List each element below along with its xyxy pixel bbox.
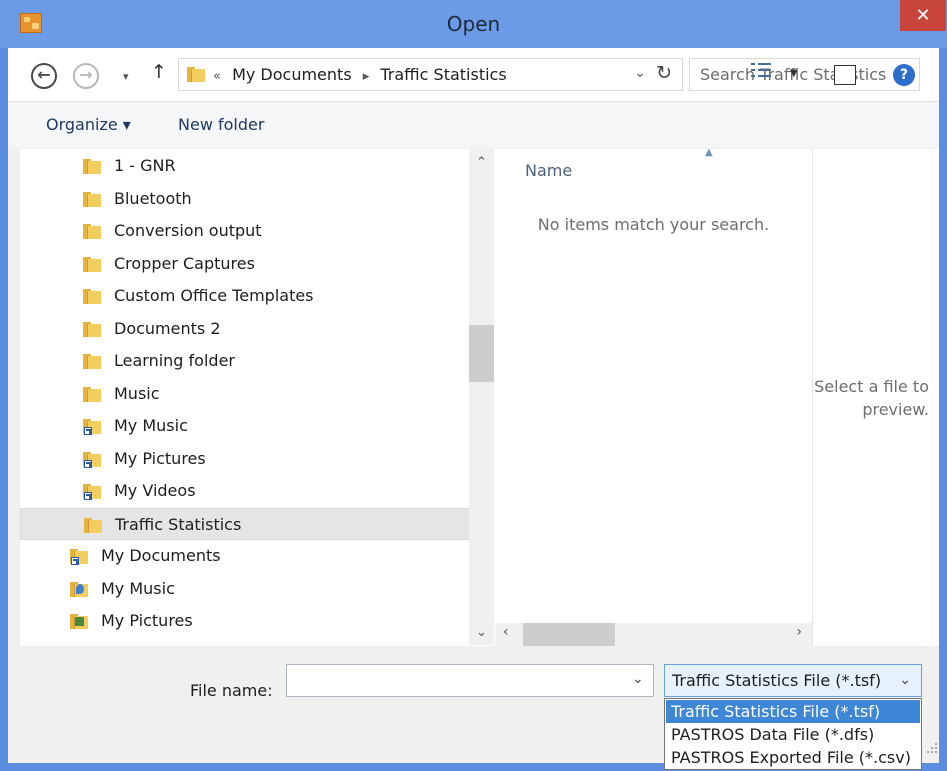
tree-item-label: Bluetooth <box>114 189 192 208</box>
tree-item[interactable]: Learning folder <box>20 345 486 377</box>
file-list-pane[interactable]: ▲ Name No items match your search. <box>495 147 812 623</box>
tree-item-label: Conversion output <box>114 221 262 240</box>
tree-item-label: Documents 2 <box>114 319 221 338</box>
folder-icon <box>83 159 101 174</box>
dialog-title: Open <box>446 12 501 36</box>
scroll-down-icon[interactable]: ⌄ <box>476 625 487 640</box>
up-button[interactable]: ↑ <box>151 61 167 83</box>
name-column-header[interactable]: Name <box>525 161 572 180</box>
change-view-icon[interactable] <box>751 62 771 78</box>
tree-item-label: My Pictures <box>101 611 193 630</box>
refresh-icon[interactable]: ↻ <box>656 62 672 84</box>
file-type-option[interactable]: Traffic Statistics File (*.tsf) <box>666 700 920 723</box>
file-name-label: File name: <box>190 681 273 700</box>
tree-item-label: Music <box>114 384 160 403</box>
folder-icon <box>83 257 101 272</box>
recent-locations-button[interactable]: ▾ <box>123 70 129 83</box>
tree-item[interactable]: Documents 2 <box>20 313 486 345</box>
folder-icon <box>83 192 101 207</box>
search-box[interactable]: Search Traffic Statistics ⚲ <box>689 58 920 91</box>
navigation-bar: ← → ▾ ↑ « My Documents ▸ Traffic Statist… <box>8 48 939 102</box>
file-type-option[interactable]: PASTROS Exported File (*.csv) <box>666 746 920 769</box>
breadcrumb-my-documents[interactable]: My Documents <box>232 65 352 84</box>
tree-item-label: My Music <box>114 416 188 435</box>
file-name-input[interactable] <box>286 664 654 697</box>
shortcut-folder-icon <box>70 549 88 565</box>
address-bar[interactable]: « My Documents ▸ Traffic Statistics ⌄ ↻ <box>178 58 683 91</box>
address-dropdown-button[interactable]: ⌄ <box>634 65 646 81</box>
empty-results-message: No items match your search. <box>537 215 770 234</box>
shortcut-folder-icon <box>83 484 101 500</box>
tree-item[interactable]: My Music <box>20 410 486 442</box>
sort-ascending-icon: ▲ <box>705 147 713 158</box>
chevron-down-icon[interactable]: ⌄ <box>899 672 911 688</box>
close-button[interactable]: ✕ <box>900 0 946 31</box>
folder-icon <box>187 67 205 82</box>
folder-icon <box>83 289 101 304</box>
file-type-option[interactable]: PASTROS Data File (*.dfs) <box>666 723 920 746</box>
organize-menu-button[interactable]: Organize ▾ <box>46 115 131 134</box>
tree-item-label: My Music <box>101 579 175 598</box>
folder-icon <box>83 322 101 337</box>
tree-item[interactable]: Bluetooth <box>20 183 486 215</box>
breadcrumb: « My Documents ▸ Traffic Statistics <box>213 65 507 84</box>
tree-item-label: 1 - GNR <box>114 156 176 175</box>
file-name-dropdown-icon[interactable]: ⌄ <box>632 671 644 687</box>
breadcrumb-separator-icon[interactable]: ▸ <box>357 69 376 84</box>
tree-item[interactable]: My Pictures <box>20 443 486 475</box>
new-folder-button[interactable]: New folder <box>178 115 264 134</box>
shortcut-folder-icon <box>83 452 101 468</box>
scroll-left-icon[interactable]: ‹ <box>503 624 509 640</box>
scrollbar-thumb[interactable] <box>469 325 494 382</box>
folder-icon <box>83 387 101 402</box>
view-options-dropdown[interactable]: ▼ <box>790 68 798 79</box>
navigation-pane: 1 - GNR Bluetooth Conversion output Cropper… <box>20 149 507 646</box>
tree-item-label: My Videos <box>114 481 196 500</box>
shortcut-folder-icon <box>83 419 101 435</box>
tree-item[interactable]: Music <box>20 378 486 410</box>
tree-item-label: Learning folder <box>114 351 235 370</box>
tree-item[interactable]: Custom Office Templates <box>20 280 486 312</box>
tree-item-label: My Pictures <box>114 449 206 468</box>
navigation-pane-scrollbar[interactable]: ⌃ ⌄ <box>469 149 494 645</box>
breadcrumb-overflow[interactable]: « <box>213 69 227 84</box>
tree-item[interactable]: My Pictures <box>20 605 486 637</box>
breadcrumb-traffic-statistics[interactable]: Traffic Statistics <box>380 65 506 84</box>
tree-item[interactable]: Conversion output <box>20 215 486 247</box>
preview-pane-icon[interactable] <box>834 65 856 85</box>
music-library-icon <box>70 582 88 597</box>
tree-item-label: Cropper Captures <box>114 254 255 273</box>
tree-item[interactable]: Cropper Captures <box>20 248 486 280</box>
tree-item-label: Traffic Statistics <box>115 515 242 534</box>
preview-message-line-1: Select a file to <box>814 377 929 396</box>
title-bar[interactable]: Open ✕ <box>0 0 947 48</box>
folder-icon <box>83 224 101 239</box>
preview-pane: Select a file to preview. <box>812 149 939 646</box>
tree-item[interactable]: My Videos <box>20 475 486 507</box>
preview-message: Select a file to preview. <box>813 375 940 421</box>
forward-button[interactable]: → <box>73 63 99 89</box>
help-icon[interactable]: ? <box>893 64 915 86</box>
preview-message-line-2: preview. <box>862 400 929 419</box>
scroll-up-icon[interactable]: ⌃ <box>476 155 487 170</box>
tree-item[interactable]: Traffic Statistics <box>20 508 486 540</box>
folder-icon <box>83 354 101 369</box>
file-list-horizontal-scrollbar[interactable]: ‹ › <box>495 623 812 646</box>
tree-item[interactable]: 1 - GNR <box>20 150 486 182</box>
pictures-library-icon <box>70 614 88 629</box>
command-toolbar: Organize ▾ New folder <box>8 102 939 148</box>
tree-item-label: Custom Office Templates <box>114 286 314 305</box>
resize-grip-icon[interactable] <box>927 743 937 753</box>
scroll-right-icon[interactable]: › <box>796 624 802 640</box>
tree-item-label: My Documents <box>101 546 221 565</box>
tree-item[interactable]: My Music <box>20 573 486 605</box>
back-button[interactable]: ← <box>31 63 57 89</box>
file-type-select[interactable]: Traffic Statistics File (*.tsf) ⌄ <box>664 664 922 697</box>
file-type-dropdown-list: Traffic Statistics File (*.tsf) PASTROS … <box>664 698 922 770</box>
tree-item[interactable]: My Documents <box>20 540 486 572</box>
scrollbar-thumb[interactable] <box>523 623 615 646</box>
folder-icon <box>84 518 102 533</box>
file-type-selected-value: Traffic Statistics File (*.tsf) <box>672 671 882 690</box>
